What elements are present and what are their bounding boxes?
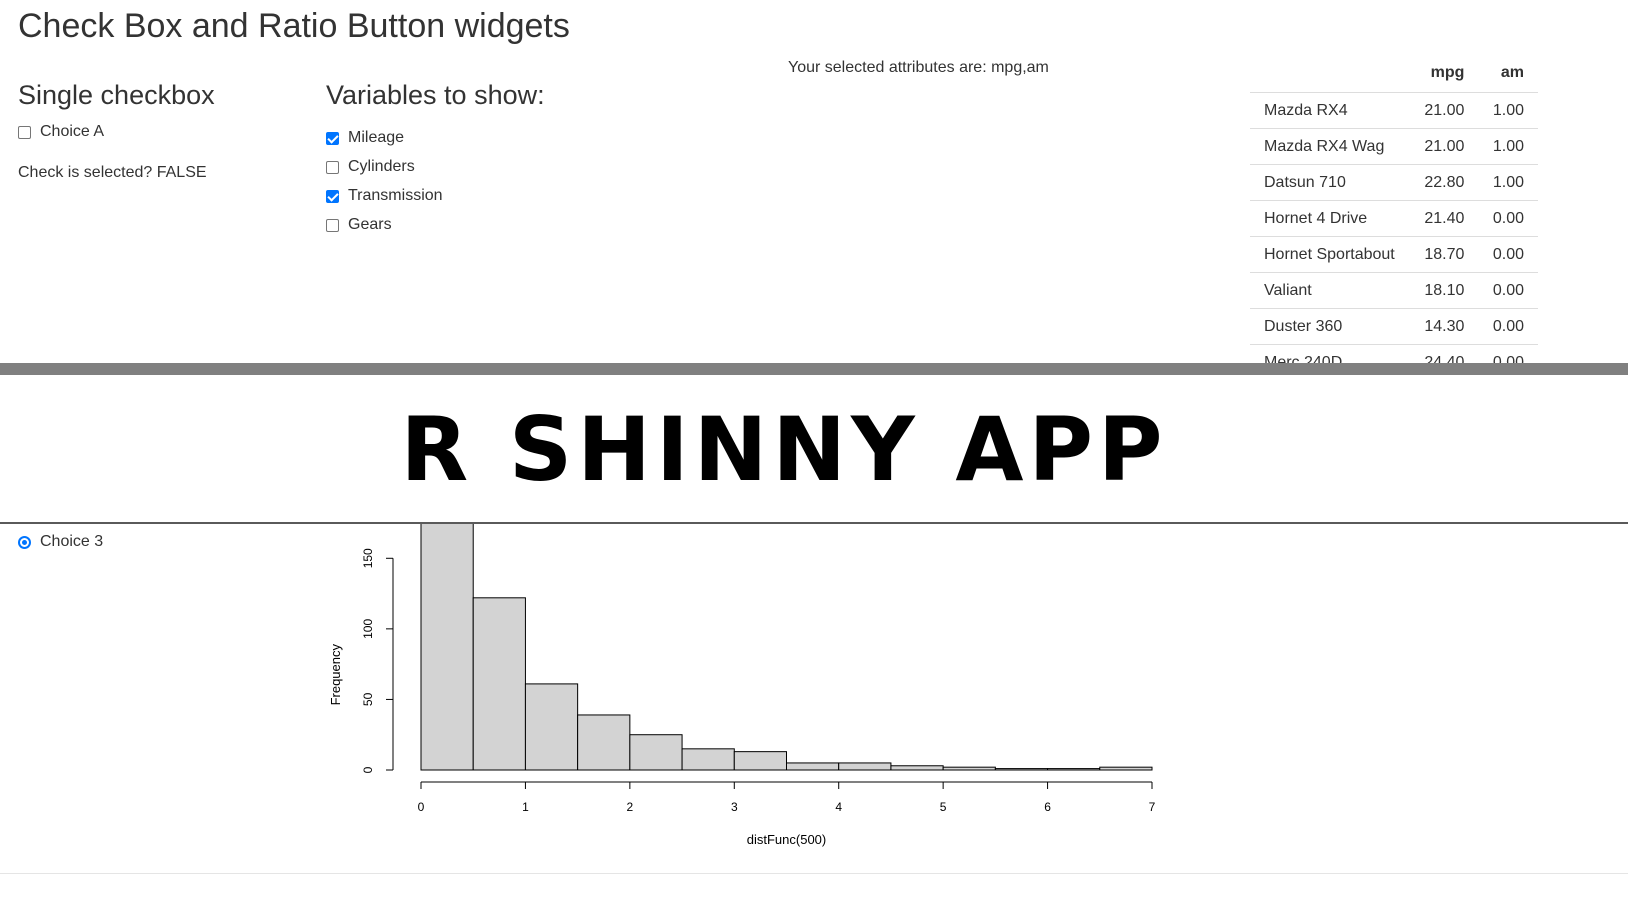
footer-divider bbox=[0, 873, 1628, 874]
x-tick-label: 6 bbox=[1044, 800, 1051, 814]
table-cell: Hornet 4 Drive bbox=[1250, 200, 1410, 237]
choice-a-label: Choice A bbox=[40, 123, 105, 140]
selected-attributes-text: Your selected attributes are: mpg,am bbox=[788, 59, 1049, 76]
variable-option-gears[interactable]: Gears bbox=[326, 216, 392, 234]
choice-3-radio[interactable] bbox=[18, 535, 31, 549]
table-row: Duster 360 14.30 0.00 bbox=[1250, 308, 1538, 345]
x-tick-label: 3 bbox=[731, 800, 738, 814]
table-header-cell: am bbox=[1478, 54, 1538, 93]
histogram-chart: 0 50 100 150 0 1 2 3 4 5 6 7 distFunc(500) Frequen… bbox=[328, 524, 1156, 847]
variable-label: Transmission bbox=[348, 187, 443, 204]
gears-checkbox[interactable] bbox=[326, 218, 339, 232]
histogram-bar bbox=[1099, 766, 1153, 771]
table-header-cell: mpg bbox=[1409, 54, 1479, 93]
x-tick-label: 5 bbox=[940, 800, 947, 814]
table-cell: 0.00 bbox=[1478, 200, 1538, 237]
histogram-bar bbox=[838, 762, 892, 771]
table-row: Valiant 18.10 0.00 bbox=[1250, 272, 1538, 309]
table-cell: Duster 360 bbox=[1250, 308, 1410, 345]
table-header-cell bbox=[1250, 54, 1410, 93]
table-row: Datsun 710 22.80 1.00 bbox=[1250, 164, 1538, 201]
table-cell: Mazda RX4 bbox=[1250, 92, 1410, 129]
table-cell: 21.00 bbox=[1409, 128, 1479, 165]
banner-text: R SHINNY APP bbox=[400, 397, 1168, 501]
histogram-bar bbox=[994, 768, 1049, 771]
variable-label: Mileage bbox=[348, 129, 405, 146]
table-cell: 18.10 bbox=[1409, 272, 1479, 309]
variable-option-mileage[interactable]: Mileage bbox=[326, 129, 404, 147]
cars-table: mpg am Mazda RX4 21.00 1.00 Mazda RX4 Wa… bbox=[1250, 54, 1538, 380]
table-cell: Valiant bbox=[1250, 272, 1410, 309]
table-cell: 22.80 bbox=[1409, 164, 1479, 201]
table-cell: Mazda RX4 Wag bbox=[1250, 128, 1410, 165]
y-tick-label: 50 bbox=[361, 692, 375, 706]
choice-a-checkbox[interactable] bbox=[18, 125, 31, 139]
x-tick-label: 7 bbox=[1149, 800, 1156, 814]
table-cell: 14.30 bbox=[1409, 308, 1479, 345]
table-cell: 21.00 bbox=[1409, 92, 1479, 129]
y-axis: 0 50 100 150 bbox=[361, 548, 394, 773]
table-cell: 0.00 bbox=[1478, 236, 1538, 273]
variable-option-transmission[interactable]: Transmission bbox=[326, 187, 443, 205]
histogram-bar bbox=[577, 714, 631, 771]
table-cell: 0.00 bbox=[1478, 272, 1538, 309]
histogram-bar bbox=[681, 748, 735, 771]
variables-heading: Variables to show: bbox=[326, 80, 545, 110]
y-tick-label: 150 bbox=[361, 548, 375, 568]
table-cell: 18.70 bbox=[1409, 236, 1479, 273]
table-header-row: mpg am bbox=[1250, 54, 1538, 93]
x-tick-label: 2 bbox=[627, 800, 634, 814]
title-banner: R SHINNY APP bbox=[0, 375, 1628, 523]
table-row: Hornet Sportabout 18.70 0.00 bbox=[1250, 236, 1538, 273]
variable-label: Cylinders bbox=[348, 158, 415, 175]
mileage-checkbox[interactable] bbox=[326, 131, 339, 145]
single-checkbox-heading: Single checkbox bbox=[18, 80, 215, 110]
table-cell: 0.00 bbox=[1478, 308, 1538, 345]
cars-table-container: mpg am Mazda RX4 21.00 1.00 Mazda RX4 Wa… bbox=[1250, 54, 1538, 380]
table-cell: Datsun 710 bbox=[1250, 164, 1410, 201]
radio-option-choice-3[interactable]: Choice 3 bbox=[18, 533, 103, 551]
cylinders-checkbox[interactable] bbox=[326, 160, 339, 174]
variable-label: Gears bbox=[348, 216, 392, 233]
histogram-bar bbox=[733, 751, 787, 771]
transmission-checkbox[interactable] bbox=[326, 189, 339, 203]
table-cell: 21.40 bbox=[1409, 200, 1479, 237]
x-axis-label: distFunc(500) bbox=[747, 832, 826, 847]
table-cell: 1.00 bbox=[1478, 128, 1538, 165]
x-tick-label: 0 bbox=[418, 800, 425, 814]
x-tick-label: 1 bbox=[522, 800, 529, 814]
histogram-bar bbox=[420, 524, 474, 771]
page-title: Check Box and Ratio Button widgets bbox=[18, 7, 570, 45]
overlay-divider-bar bbox=[0, 363, 1628, 375]
table-cell: 1.00 bbox=[1478, 164, 1538, 201]
y-tick-label: 0 bbox=[361, 766, 375, 773]
histogram-bars bbox=[420, 524, 1153, 771]
x-axis: 0 1 2 3 4 5 6 7 bbox=[418, 781, 1156, 814]
y-axis-label: Frequency bbox=[328, 644, 343, 706]
radio-label: Choice 3 bbox=[40, 533, 104, 550]
table-row: Mazda RX4 21.00 1.00 bbox=[1250, 92, 1538, 129]
histogram-bar bbox=[524, 683, 579, 771]
histogram-bar bbox=[890, 765, 944, 771]
table-cell: 1.00 bbox=[1478, 92, 1538, 129]
histogram-bar bbox=[1047, 768, 1101, 771]
y-tick-label: 100 bbox=[361, 619, 375, 639]
histogram-bar bbox=[629, 734, 683, 771]
check-status-text: Check is selected? FALSE bbox=[18, 164, 207, 181]
histogram-bar bbox=[786, 762, 840, 771]
histogram-bar bbox=[942, 766, 996, 771]
histogram-bar bbox=[472, 597, 526, 771]
table-cell: Hornet Sportabout bbox=[1250, 236, 1410, 273]
x-tick-label: 4 bbox=[835, 800, 842, 814]
choice-a-option[interactable]: Choice A bbox=[18, 123, 104, 141]
variable-option-cylinders[interactable]: Cylinders bbox=[326, 158, 415, 176]
table-row: Mazda RX4 Wag 21.00 1.00 bbox=[1250, 128, 1538, 165]
table-row: Hornet 4 Drive 21.40 0.00 bbox=[1250, 200, 1538, 237]
